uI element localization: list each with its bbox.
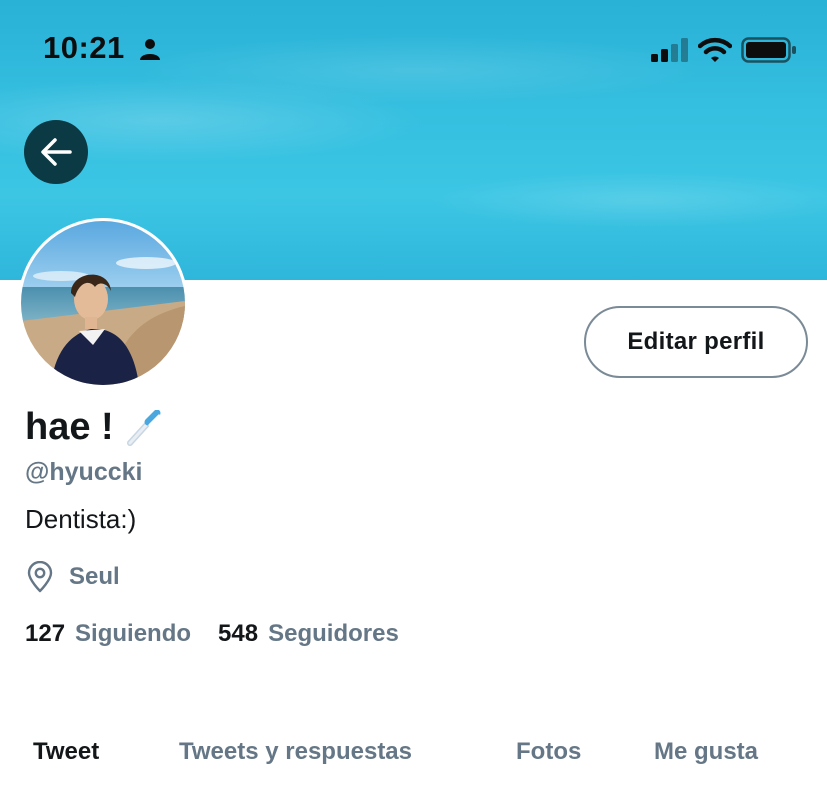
user-handle: @hyuccki [25, 458, 143, 486]
location-pin-icon [27, 561, 53, 593]
status-time: 10:21 [43, 30, 125, 65]
profile-avatar[interactable] [18, 218, 188, 388]
follow-stats: 127 Siguiendo 548 Seguidores [25, 620, 399, 648]
toothbrush-icon [126, 409, 161, 446]
arrow-left-icon [41, 138, 72, 166]
profile-location: Seul [25, 561, 120, 593]
profile-bio: Dentista:) [25, 504, 137, 534]
location-text: Seul [69, 563, 120, 590]
avatar-photo [21, 221, 185, 385]
back-button[interactable] [24, 120, 88, 184]
display-name: hae ! [25, 406, 162, 449]
wifi-icon [698, 37, 732, 62]
followers-count: 548 [218, 620, 259, 647]
following-link[interactable]: 127 Siguiendo [25, 620, 191, 648]
tab-photos[interactable]: Fotos [516, 738, 581, 766]
tab-tweets-and-replies[interactable]: Tweets y respuestas [179, 738, 412, 766]
edit-profile-button[interactable]: Editar perfil [584, 306, 808, 378]
following-label: Siguiendo [75, 620, 192, 647]
following-count: 127 [25, 620, 66, 647]
followers-label: Seguidores [268, 620, 399, 647]
status-bar: 10:21 [0, 0, 827, 100]
battery-icon [741, 37, 796, 63]
tab-likes[interactable]: Me gusta [654, 738, 758, 766]
display-name-text: hae ! [25, 406, 114, 448]
tab-tweet[interactable]: Tweet [33, 738, 99, 766]
person-icon [140, 39, 160, 60]
cellular-signal-icon [651, 38, 688, 62]
profile-tabs: Tweet Tweets y respuestas Fotos Me gusta [0, 730, 827, 780]
followers-link[interactable]: 548 Seguidores [218, 620, 399, 648]
